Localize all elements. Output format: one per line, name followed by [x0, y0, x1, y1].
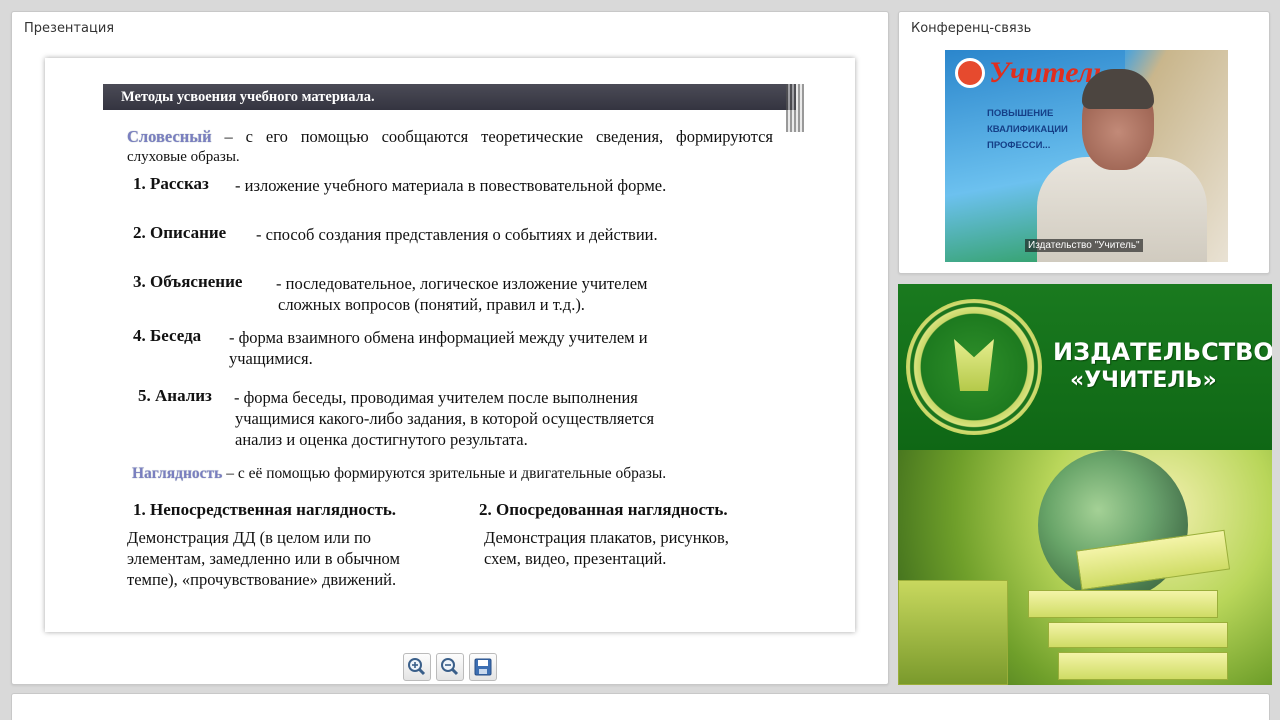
item-1-label: 1. Рассказ: [133, 174, 209, 193]
zoom-in-button[interactable]: [403, 653, 431, 681]
speaker: [1037, 69, 1207, 262]
indirect-line-1: Демонстрация плакатов, рисунков,: [484, 528, 729, 547]
header-decoration: [786, 84, 804, 132]
item-2-label: 2. Описание: [133, 223, 227, 242]
item-2-text: - способ создания представления о событи…: [256, 225, 658, 244]
poster-logo: [955, 58, 985, 88]
visual-text: – с её помощью формируются зрительные и …: [222, 465, 667, 482]
banner-line-1: ИЗДАТЕЛЬСТВО: [1053, 338, 1272, 366]
presentation-panel: Презентация Методы усвоения учебного мат…: [11, 11, 889, 685]
bottom-bar: [11, 693, 1270, 720]
verbal-term: Словесный: [127, 127, 212, 146]
item-3-text-1: - последовательное, логическое изложение…: [276, 274, 648, 293]
direct-line-2: элементам, замедленно или в обычном: [127, 549, 400, 568]
slide-header: Методы усвоения учебного материала.: [103, 84, 804, 132]
zoom-in-icon: [408, 658, 426, 676]
visual-term: Наглядность: [132, 465, 223, 482]
item-4-text-2: учащимися.: [229, 349, 313, 368]
visual-line: Наглядность – с её помощью формируются з…: [132, 463, 666, 484]
conference-panel: Конференц-связь Учитель ПОВЫШЕНИЕ КВАЛИФ…: [898, 11, 1270, 274]
publisher-banner: ИЗДАТЕЛЬСТВО «УЧИТЕЛЬ»: [898, 284, 1272, 685]
speaker-hair: [1082, 69, 1154, 109]
verbal-line-2: слуховые образы.: [127, 149, 240, 165]
slide-title: Методы усвоения учебного материала.: [121, 89, 375, 105]
save-button[interactable]: [469, 653, 497, 681]
item-1-text: - изложение учебного материала в повеств…: [235, 176, 667, 195]
save-icon: [474, 658, 492, 676]
verbal-text: – с его помощью сообщаются теоретические…: [211, 127, 773, 146]
banner-top: ИЗДАТЕЛЬСТВО «УЧИТЕЛЬ»: [898, 284, 1272, 450]
zoom-out-icon: [441, 658, 459, 676]
item-5-text-3: анализ и оценка достигнутого результата.: [235, 430, 528, 449]
verbal-line-1: Словесный – с его помощью сообщаются тео…: [127, 126, 773, 147]
direct-line-1: Демонстрация ДД (в целом или по: [127, 528, 372, 547]
item-5-text-1: - форма беседы, проводимая учителем посл…: [234, 388, 638, 407]
item-4-label: 4. Беседа: [133, 326, 202, 345]
banner-image: [898, 450, 1272, 685]
item-4-text-1: - форма взаимного обмена информацией меж…: [229, 328, 648, 347]
slide: Методы усвоения учебного материала. Слов…: [45, 58, 855, 632]
banner-line-2: «УЧИТЕЛЬ»: [1070, 368, 1217, 393]
indirect-line-2: схем, видео, презентаций.: [484, 549, 667, 568]
item-5-text-2: учащимися какого-либо задания, в которой…: [235, 409, 655, 428]
zoom-out-button[interactable]: [436, 653, 464, 681]
book-image: [1028, 590, 1218, 618]
direct-title: 1. Непосредственная наглядность.: [133, 500, 397, 519]
indirect-title: 2. Опосредованная наглядность.: [479, 500, 728, 519]
item-3-text-2: сложных вопросов (понятий, правил и т.д.…: [278, 295, 585, 314]
presentation-panel-title: Презентация: [24, 21, 115, 36]
item-3-label: 3. Объяснение: [133, 272, 243, 291]
item-5-label: 5. Анализ: [138, 386, 212, 405]
video-caption: Издательство "Учитель": [1025, 239, 1143, 252]
publisher-logo: [906, 299, 1042, 435]
conference-panel-title: Конференц-связь: [911, 21, 1032, 36]
book-image: [1048, 622, 1228, 648]
book-icon: [954, 339, 994, 391]
book-image: [1058, 652, 1228, 680]
book-image: [898, 580, 1008, 685]
direct-line-3: темпе), «прочувствование» движений.: [127, 570, 397, 589]
video-feed[interactable]: Учитель ПОВЫШЕНИЕ КВАЛИФИКАЦИИ ПРОФЕССИ.…: [945, 50, 1228, 262]
